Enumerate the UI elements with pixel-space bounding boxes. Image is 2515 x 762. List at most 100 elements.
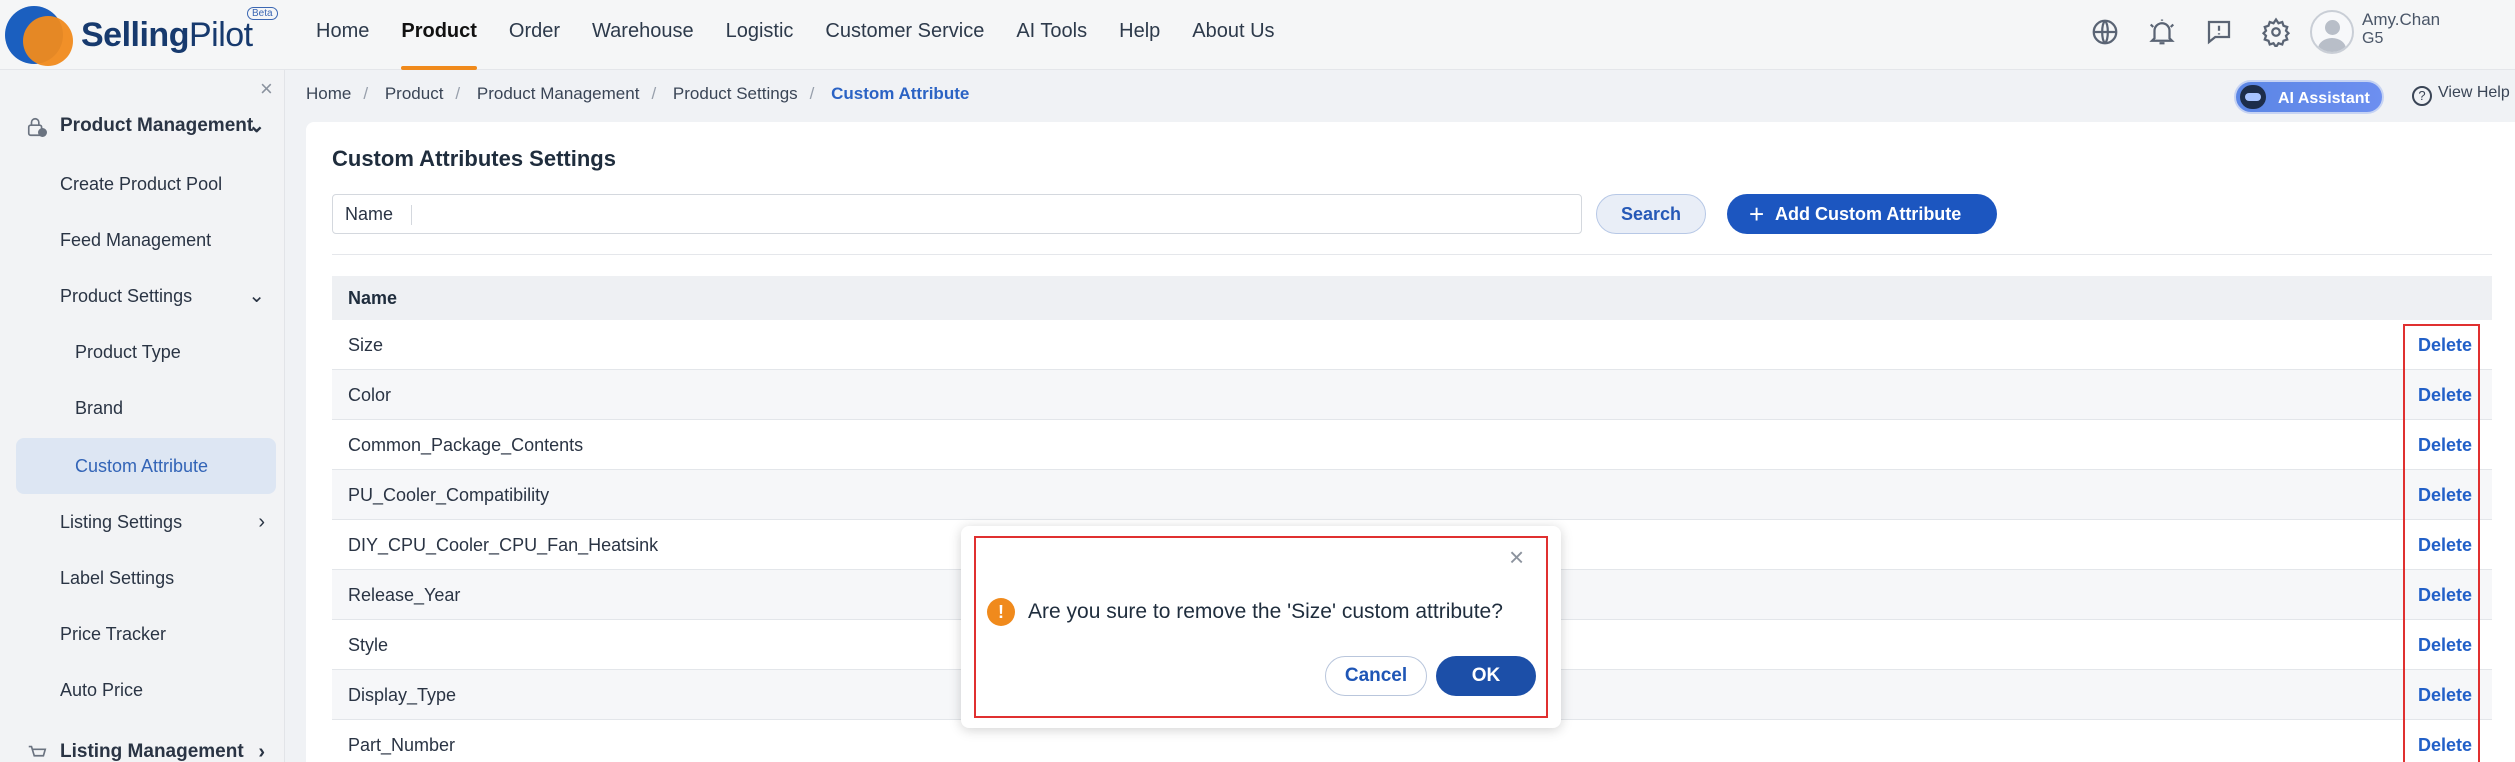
sidebar-section-listing-management[interactable]: Listing Management › xyxy=(0,728,285,762)
chevron-down-icon: ⌄ xyxy=(248,115,265,137)
close-icon[interactable]: × xyxy=(260,76,273,102)
table-row: Common_Package_Contents Delete xyxy=(332,420,2492,470)
bell-icon[interactable] xyxy=(2133,14,2190,50)
close-icon[interactable]: × xyxy=(1509,544,1524,570)
breadcrumb-home[interactable]: Home xyxy=(306,84,351,103)
delete-button[interactable]: Delete xyxy=(2418,470,2472,520)
view-help-link[interactable]: ? View Help xyxy=(2412,84,2510,106)
attribute-name: Style xyxy=(348,635,389,655)
sidebar-item-label: Create Product Pool xyxy=(60,174,223,194)
sidebar: × Product Management ⌄ Create Product Po… xyxy=(0,70,285,762)
nav-warehouse[interactable]: Warehouse xyxy=(576,0,710,70)
breadcrumb-separator: / xyxy=(809,84,815,103)
logo-circle-orange xyxy=(23,16,73,66)
sidebar-item-custom-attribute[interactable]: Custom Attribute xyxy=(16,438,276,494)
sidebar-item-label: Brand xyxy=(75,398,124,418)
nav-product[interactable]: Product xyxy=(385,0,493,70)
attribute-name: PU_Cooler_Compatibility xyxy=(348,485,550,505)
attribute-name: Display_Type xyxy=(348,685,457,705)
attribute-name: Size xyxy=(348,335,384,355)
header-icons xyxy=(2076,14,2304,50)
top-bar: SellingPilot Beta Home Product Order War… xyxy=(0,0,2515,70)
ai-assistant-button[interactable]: AI Assistant xyxy=(2234,80,2384,114)
sidebar-section-label: Listing Management xyxy=(60,741,244,762)
attribute-name: Release_Year xyxy=(348,585,461,605)
breadcrumb-product[interactable]: Product xyxy=(385,84,444,103)
add-custom-attribute-button[interactable]: + Add Custom Attribute xyxy=(1727,194,1997,234)
search-button[interactable]: Search xyxy=(1596,194,1706,234)
avatar xyxy=(2310,10,2354,54)
attribute-name: DIY_CPU_Cooler_CPU_Fan_Heatsink xyxy=(348,535,659,555)
sidebar-item-create-product-pool[interactable]: Create Product Pool xyxy=(0,160,285,208)
message-icon[interactable] xyxy=(2190,14,2247,50)
sidebar-item-product-type[interactable]: Product Type xyxy=(0,328,285,376)
sidebar-section-label: Product Management xyxy=(60,115,254,136)
delete-button[interactable]: Delete xyxy=(2418,720,2472,762)
delete-button[interactable]: Delete xyxy=(2418,670,2472,720)
nav-logistic[interactable]: Logistic xyxy=(710,0,810,70)
name-search-field[interactable]: Name xyxy=(332,194,1582,234)
search-input[interactable] xyxy=(419,201,1559,227)
beta-badge: Beta xyxy=(247,7,278,20)
sidebar-item-label: Product Type xyxy=(75,342,181,362)
table-header-name: Name xyxy=(332,276,2492,320)
sidebar-item-label: Listing Settings xyxy=(60,512,183,532)
sidebar-item-label: Price Tracker xyxy=(60,624,167,644)
table-row: Color Delete xyxy=(332,370,2492,420)
sidebar-item-label-settings[interactable]: Label Settings xyxy=(0,554,285,602)
dialog-message: Are you sure to remove the 'Size' custom… xyxy=(1028,600,1503,623)
delete-button[interactable]: Delete xyxy=(2418,370,2472,420)
delete-button[interactable]: Delete xyxy=(2418,520,2472,570)
user-org: G5 xyxy=(2362,30,2384,47)
nav-about-us[interactable]: About Us xyxy=(1176,0,1290,70)
sidebar-item-brand[interactable]: Brand xyxy=(0,384,285,432)
ok-button[interactable]: OK xyxy=(1436,656,1536,696)
main-nav: Home Product Order Warehouse Logistic Cu… xyxy=(300,0,1291,70)
breadcrumb-separator: / xyxy=(651,84,657,103)
logo-wordmark: SellingPilot xyxy=(81,16,253,54)
sidebar-item-listing-settings[interactable]: Listing Settings › xyxy=(0,498,285,546)
sidebar-item-label: Custom Attribute xyxy=(75,456,209,476)
breadcrumb-separator: / xyxy=(363,84,369,103)
sidebar-item-label: Feed Management xyxy=(60,230,212,250)
search-field-label: Name xyxy=(345,204,394,224)
attribute-name: Color xyxy=(348,385,392,405)
sidebar-item-label: Label Settings xyxy=(60,568,175,588)
gear-icon[interactable] xyxy=(2247,14,2304,50)
nav-order[interactable]: Order xyxy=(493,0,576,70)
add-button-label: Add Custom Attribute xyxy=(1775,204,1962,224)
nav-help[interactable]: Help xyxy=(1103,0,1176,70)
delete-button[interactable]: Delete xyxy=(2418,320,2472,370)
confirm-dialog: × ! Are you sure to remove the 'Size' cu… xyxy=(961,526,1561,728)
sidebar-item-label: Product Settings xyxy=(60,286,193,306)
product-lock-icon xyxy=(27,117,47,137)
search-field-divider xyxy=(411,205,412,225)
breadcrumb: Home / Product / Product Management / Produ… xyxy=(306,84,969,104)
sidebar-item-product-settings[interactable]: Product Settings ⌄ xyxy=(0,272,285,320)
delete-button[interactable]: Delete xyxy=(2418,420,2472,470)
nav-ai-tools[interactable]: AI Tools xyxy=(1000,0,1103,70)
user-menu[interactable]: Amy.Chan G5 xyxy=(2310,8,2510,58)
nav-home[interactable]: Home xyxy=(300,0,385,70)
warning-icon: ! xyxy=(987,598,1015,626)
sidebar-item-auto-price[interactable]: Auto Price xyxy=(0,666,285,714)
delete-button[interactable]: Delete xyxy=(2418,620,2472,670)
attribute-name: Common_Package_Contents xyxy=(348,435,584,455)
nav-customer-service[interactable]: Customer Service xyxy=(809,0,1000,70)
help-circle-icon: ? xyxy=(2412,86,2432,106)
sidebar-item-label: Auto Price xyxy=(60,680,144,700)
sidebar-item-feed-management[interactable]: Feed Management xyxy=(0,216,285,264)
sidebar-item-price-tracker[interactable]: Price Tracker xyxy=(0,610,285,658)
sidebar-section-product-management[interactable]: Product Management ⌄ xyxy=(0,102,285,150)
breadcrumb-product-settings[interactable]: Product Settings xyxy=(673,84,798,103)
breadcrumb-product-management[interactable]: Product Management xyxy=(477,84,640,103)
globe-icon[interactable] xyxy=(2076,14,2133,50)
user-name: Amy.Chan xyxy=(2362,10,2441,29)
divider xyxy=(332,254,2492,255)
chevron-right-icon: › xyxy=(258,741,265,762)
breadcrumb-current: Custom Attribute xyxy=(831,84,970,103)
selling-pilot-logo[interactable]: SellingPilot Beta xyxy=(5,4,278,66)
cancel-button[interactable]: Cancel xyxy=(1325,656,1427,696)
delete-button[interactable]: Delete xyxy=(2418,570,2472,620)
table-row: Size Delete xyxy=(332,320,2492,370)
